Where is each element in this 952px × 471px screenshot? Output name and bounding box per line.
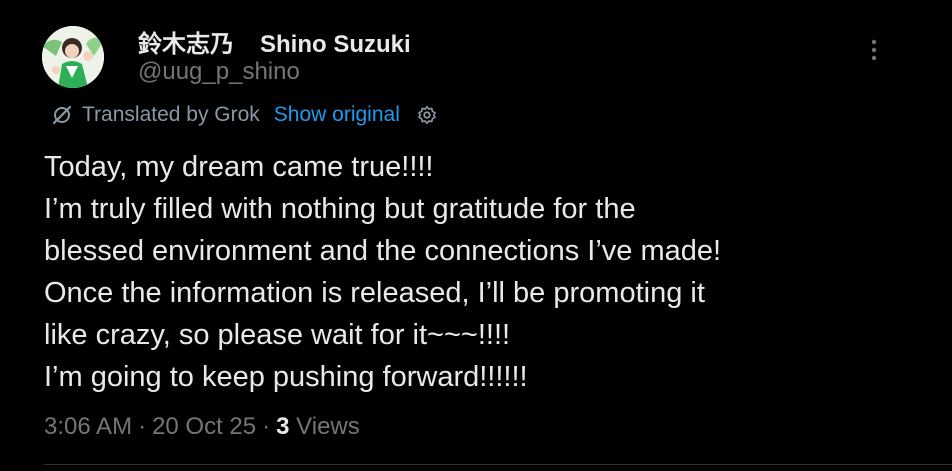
views-count[interactable]: 3 xyxy=(276,413,289,440)
user-handle[interactable]: @uug_p_shino xyxy=(138,58,300,86)
tweet-text: Today, my dream came true!!!! I’m truly … xyxy=(44,146,924,398)
display-name-jp: 鈴木志乃 xyxy=(138,31,234,58)
tweet-time[interactable]: 3:06 AM xyxy=(44,413,132,440)
show-original-link[interactable]: Show original xyxy=(274,103,400,127)
more-vertical-icon xyxy=(871,39,877,61)
views-label[interactable]: Views xyxy=(296,413,360,440)
tweet-line: like crazy, so please wait for it~~~!!!! xyxy=(44,319,511,351)
tweet-meta: 3:06 AM · 20 Oct 25 · 3 Views xyxy=(44,413,360,441)
meta-separator: · xyxy=(262,413,271,440)
tweet-line: I’m truly filled with nothing but gratit… xyxy=(44,193,636,225)
avatar[interactable] xyxy=(42,26,104,88)
divider xyxy=(44,464,952,465)
meta-separator: · xyxy=(138,413,147,440)
grok-icon xyxy=(52,105,72,125)
tweet-line: I’m going to keep pushing forward!!!!!! xyxy=(44,361,528,393)
tweet: 鈴木志乃 Shino Suzuki @uug_p_shino Translated… xyxy=(0,0,952,471)
more-options-button[interactable] xyxy=(862,38,886,62)
tweet-line: Today, my dream came true!!!! xyxy=(44,151,434,183)
tweet-date[interactable]: 20 Oct 25 xyxy=(152,413,256,440)
translated-by-label: Translated by Grok xyxy=(82,103,260,126)
display-name-en: Shino Suzuki xyxy=(260,31,411,58)
display-name[interactable]: 鈴木志乃 Shino Suzuki xyxy=(138,24,411,59)
tweet-line: blessed environment and the connections … xyxy=(44,235,722,267)
profile-photo-icon xyxy=(42,26,104,88)
gear-icon[interactable] xyxy=(416,104,438,126)
tweet-line: Once the information is released, I’ll b… xyxy=(44,277,705,309)
translation-bar: Translated by Grok Show original xyxy=(50,100,438,130)
